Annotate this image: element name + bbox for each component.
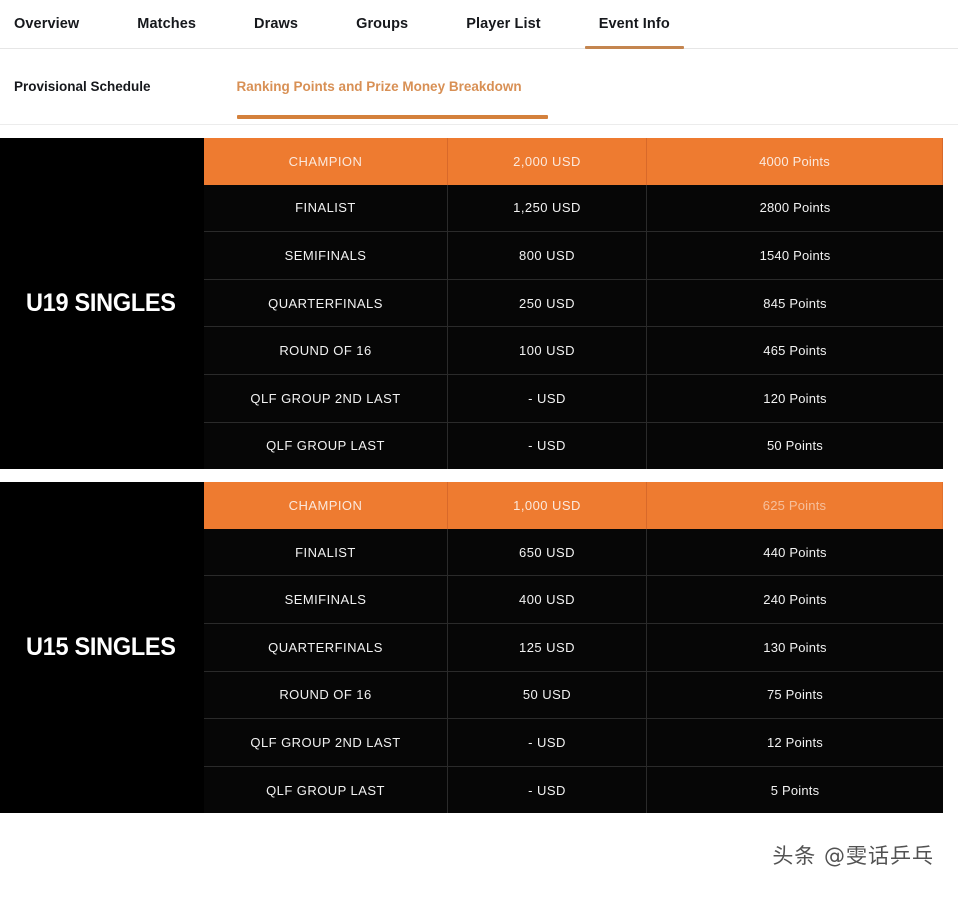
tab-groups[interactable]: Groups	[356, 0, 408, 49]
prize-money-cell: - USD	[448, 422, 647, 470]
ranking-points-cell: 50 Points	[766, 438, 823, 454]
ranking-points-cell: 240 Points	[763, 592, 827, 608]
watermark: 头条 @雯话乒乓	[772, 844, 934, 868]
prize-money-cell: 400 USD	[448, 576, 647, 623]
stage-cell: FINALIST	[204, 184, 448, 232]
category-label-u15: U15 SINGLES	[26, 633, 176, 662]
stage-cell: SEMIFINALS	[204, 232, 448, 279]
prize-money-cell: 125 USD	[448, 623, 647, 671]
secondary-navigation: Provisional Schedule Ranking Points and …	[0, 49, 958, 125]
ranking-points-cell: 1540 Points	[759, 247, 831, 263]
rows-column-u19: CHAMPION 2,000 USD 4000 Points FINALIST …	[204, 138, 943, 470]
stage-cell: SEMIFINALS	[204, 576, 448, 623]
table-row: ROUND OF 16 50 USD 75 Points	[204, 671, 943, 720]
stage-cell: QLF GROUP LAST	[204, 422, 448, 470]
table-row: SEMIFINALS 800 USD 1540 Points	[204, 232, 943, 280]
category-label-u19: U19 SINGLES	[26, 289, 176, 318]
prize-money-cell: 250 USD	[448, 279, 647, 327]
tab-matches-label: Matches	[137, 16, 197, 32]
primary-navigation: Overview Matches Draws Groups Player Lis…	[0, 0, 958, 49]
category-cell-u19: U19 SINGLES	[0, 138, 204, 470]
prize-money-cell: 2,000 USD	[448, 138, 647, 185]
prize-money-cell: 100 USD	[448, 327, 647, 374]
table-row: QLF GROUP LAST - USD 5 Points	[204, 766, 943, 814]
ranking-points-cell: 120 Points	[763, 390, 827, 406]
stage-cell: QUARTERFINALS	[204, 279, 448, 327]
tab-event-info-label: Event Info	[598, 16, 670, 32]
table-row: QUARTERFINALS 125 USD 130 Points	[204, 623, 943, 672]
ranking-points-cell: 130 Points	[763, 639, 827, 655]
stage-cell: QLF GROUP 2ND LAST	[204, 374, 448, 422]
tab-overview-label: Overview	[14, 16, 80, 32]
prize-table-u19-singles: U19 SINGLES CHAMPION 2,000 USD 4000 Poin…	[0, 138, 943, 470]
table-row: ROUND OF 16 100 USD 465 Points	[204, 327, 943, 375]
table-row: QUARTERFINALS 250 USD 845 Points	[204, 279, 943, 328]
tab-event-info[interactable]: Event Info	[584, 0, 684, 49]
tab-player-list[interactable]: Player List	[466, 0, 540, 49]
prize-table-u15-singles: U15 SINGLES CHAMPION 1,000 USD 625 Point…	[0, 482, 943, 814]
ranking-points-cell: 625 Points	[647, 482, 943, 529]
stage-cell: ROUND OF 16	[204, 671, 448, 719]
ranking-points-cell: 5 Points	[770, 782, 820, 798]
prize-money-cell: - USD	[448, 719, 647, 766]
prize-money-cell: 800 USD	[448, 232, 647, 279]
table-row: CHAMPION 2,000 USD 4000 Points	[204, 138, 943, 185]
ranking-points-cell: 845 Points	[763, 295, 827, 311]
ranking-points-cell: 440 Points	[763, 544, 827, 560]
stage-cell: CHAMPION	[204, 482, 448, 529]
stage-cell: QUARTERFINALS	[204, 623, 448, 671]
stage-cell: QLF GROUP 2ND LAST	[204, 719, 448, 766]
stage-cell: QLF GROUP LAST	[204, 766, 448, 814]
ranking-points-cell: 75 Points	[766, 687, 823, 703]
table-row: QLF GROUP 2ND LAST - USD 120 Points	[204, 374, 943, 423]
table-row: QLF GROUP 2ND LAST - USD 12 Points	[204, 719, 943, 767]
tab-overview[interactable]: Overview	[14, 0, 79, 49]
stage-cell: ROUND OF 16	[204, 327, 448, 374]
prize-breakdown-tables: U19 SINGLES CHAMPION 2,000 USD 4000 Poin…	[0, 125, 958, 814]
prize-money-cell: - USD	[448, 766, 647, 814]
stage-cell: FINALIST	[204, 528, 448, 576]
prize-money-cell: 650 USD	[448, 528, 647, 576]
table-row: CHAMPION 1,000 USD 625 Points	[204, 482, 943, 529]
table-row: QLF GROUP LAST - USD 50 Points	[204, 422, 943, 470]
subtab-provisional-schedule[interactable]: Provisional Schedule	[14, 49, 151, 125]
ranking-points-cell: 2800 Points	[759, 200, 831, 216]
subtab-provisional-schedule-label: Provisional Schedule	[14, 79, 151, 94]
ranking-points-cell: 465 Points	[763, 343, 827, 359]
subtab-ranking-points-prize-money-label: Ranking Points and Prize Money Breakdown	[236, 79, 522, 94]
tab-player-list-label: Player List	[466, 16, 541, 32]
tab-draws[interactable]: Draws	[254, 0, 298, 49]
tab-draws-label: Draws	[254, 16, 299, 32]
ranking-points-cell: 12 Points	[766, 734, 823, 750]
prize-money-cell: - USD	[448, 374, 647, 422]
table-row: FINALIST 1,250 USD 2800 Points	[204, 184, 943, 233]
prize-money-cell: 50 USD	[448, 671, 647, 719]
prize-money-cell: 1,250 USD	[448, 184, 647, 232]
tab-groups-label: Groups	[356, 16, 409, 32]
subtab-ranking-points-prize-money[interactable]: Ranking Points and Prize Money Breakdown	[236, 49, 548, 125]
table-row: FINALIST 650 USD 440 Points	[204, 528, 943, 577]
stage-cell: CHAMPION	[204, 138, 448, 185]
prize-money-cell: 1,000 USD	[448, 482, 647, 529]
tab-matches[interactable]: Matches	[137, 0, 196, 49]
table-row: SEMIFINALS 400 USD 240 Points	[204, 576, 943, 624]
ranking-points-cell: 4000 Points	[647, 138, 943, 185]
category-cell-u15: U15 SINGLES	[0, 482, 204, 814]
rows-column-u15: CHAMPION 1,000 USD 625 Points FINALIST 6…	[204, 482, 943, 814]
